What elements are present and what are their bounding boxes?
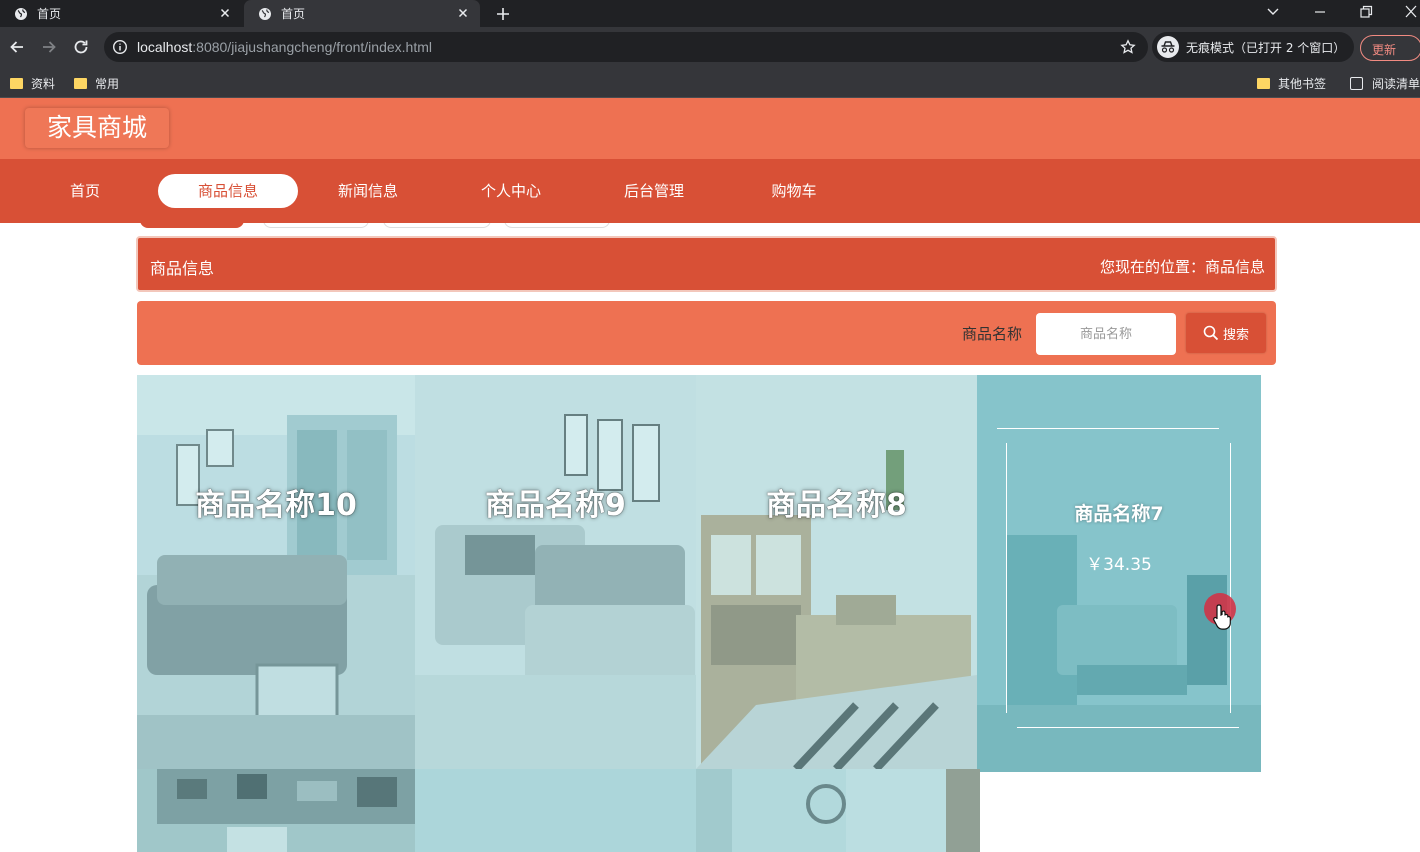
search-bar: 商品名称 搜索 <box>137 301 1276 365</box>
location-prefix: 您现在的位置： <box>1099 258 1205 276</box>
incognito-profile-button[interactable]: 无痕模式（已打开 2 个窗口） <box>1152 32 1354 62</box>
reload-icon[interactable] <box>72 38 90 56</box>
main-nav: 首页 商品信息 新闻信息 个人中心 后台管理 购物车 <box>0 159 1420 223</box>
reading-list-label: 阅读清单 <box>1372 76 1420 91</box>
address-bar[interactable]: localhost:8080/jiajushangcheng/front/ind… <box>104 32 1148 62</box>
new-tab-icon[interactable] <box>494 5 512 23</box>
product-name: 商品名称9 <box>485 488 626 523</box>
restore-icon[interactable] <box>1355 2 1377 22</box>
browser-tab-1[interactable]: 首页 <box>0 0 242 27</box>
product-card[interactable] <box>137 769 415 852</box>
hover-frame-left <box>1006 443 1007 713</box>
site-info-icon[interactable] <box>112 39 128 55</box>
tab-search-icon[interactable] <box>1262 2 1284 22</box>
browser-tab-2[interactable]: 首页 <box>244 0 480 27</box>
hover-frame-bottom <box>1017 727 1239 728</box>
reading-list[interactable]: 阅读清单 <box>1350 74 1420 92</box>
nav-admin[interactable]: 后台管理 <box>604 174 704 208</box>
search-button[interactable]: 搜索 <box>1186 313 1266 353</box>
bookmark-label: 常用 <box>95 76 120 91</box>
hand-pointer-icon <box>1213 604 1231 630</box>
bookmark-folder-0[interactable]: 资料 <box>10 74 55 92</box>
forward-arrow-icon[interactable] <box>40 38 58 56</box>
bookmark-folder-1[interactable]: 常用 <box>74 74 119 92</box>
image-tint <box>415 769 696 852</box>
breadcrumb: 商品信息 您现在的位置：商品信息 <box>136 236 1277 292</box>
close-tab-icon[interactable] <box>218 6 232 20</box>
image-tint <box>137 375 415 769</box>
update-label: 更新 <box>1372 43 1397 57</box>
folder-icon <box>1257 77 1270 89</box>
page-title: 商品信息 <box>150 259 215 278</box>
bookmark-label: 资料 <box>31 76 56 91</box>
product-name: 商品名称8 <box>766 488 907 523</box>
profile-label: 无痕模式（已打开 2 个窗口） <box>1186 40 1346 55</box>
close-tab-icon[interactable] <box>456 6 470 20</box>
current-location: 您现在的位置：商品信息 <box>1100 256 1265 277</box>
url-path: :8080/jiajushangcheng/front/index.html <box>192 39 432 55</box>
product-card-hovered[interactable]: 商品名称7 ￥34.35 <box>977 375 1261 772</box>
product-card[interactable] <box>696 769 980 852</box>
folder-icon <box>74 77 87 89</box>
product-name: 商品名称10 <box>195 488 357 523</box>
minimize-icon[interactable] <box>1309 2 1331 22</box>
browser-tab-title: 首页 <box>281 7 306 21</box>
other-bookmarks-label: 其他书签 <box>1278 76 1327 91</box>
image-tint <box>137 769 415 852</box>
product-price: ￥34.35 <box>1086 555 1152 575</box>
nav-products[interactable]: 商品信息 <box>158 174 298 208</box>
image-tint <box>696 375 977 769</box>
nav-cart[interactable]: 购物车 <box>744 174 844 208</box>
search-label: 商品名称 <box>962 325 1023 343</box>
folder-icon <box>10 77 23 89</box>
image-tint <box>415 375 696 769</box>
other-bookmarks[interactable]: 其他书签 <box>1257 74 1326 92</box>
close-window-icon[interactable] <box>1400 2 1420 22</box>
browser-tab-title: 首页 <box>37 7 62 21</box>
product-card[interactable]: 商品名称9 <box>415 375 696 769</box>
back-arrow-icon[interactable] <box>8 38 26 56</box>
location-current[interactable]: 商品信息 <box>1205 258 1265 276</box>
update-button[interactable]: 更新 <box>1360 35 1420 61</box>
product-name: 商品名称7 <box>1074 503 1164 525</box>
hover-frame-right <box>1230 443 1231 713</box>
site-header: 家具商城 <box>0 98 1420 159</box>
product-card[interactable] <box>415 769 696 852</box>
hover-frame-top <box>997 428 1219 429</box>
search-icon <box>1203 325 1219 341</box>
reading-list-icon <box>1350 76 1363 90</box>
globe-icon <box>259 7 271 20</box>
globe-icon <box>15 7 27 20</box>
search-button-label: 搜索 <box>1222 327 1249 343</box>
site-logo[interactable]: 家具商城 <box>25 108 169 148</box>
browser-tab-strip: 首页 首页 <box>0 0 1420 27</box>
bookmark-star-icon[interactable] <box>1120 39 1136 55</box>
nav-user-center[interactable]: 个人中心 <box>461 174 561 208</box>
incognito-icon <box>1157 36 1179 58</box>
url-host: localhost <box>137 39 193 55</box>
bookmarks-bar: 资料 常用 其他书签 阅读清单 <box>0 68 1420 98</box>
nav-news[interactable]: 新闻信息 <box>318 174 418 208</box>
image-tint <box>696 769 980 852</box>
product-card[interactable]: 商品名称10 <box>137 375 415 769</box>
nav-home[interactable]: 首页 <box>35 174 135 208</box>
product-card[interactable]: 商品名称8 <box>696 375 977 769</box>
search-input[interactable] <box>1036 313 1176 355</box>
url-text[interactable]: localhost:8080/jiajushangcheng/front/ind… <box>137 39 432 55</box>
address-toolbar: localhost:8080/jiajushangcheng/front/ind… <box>0 27 1420 68</box>
